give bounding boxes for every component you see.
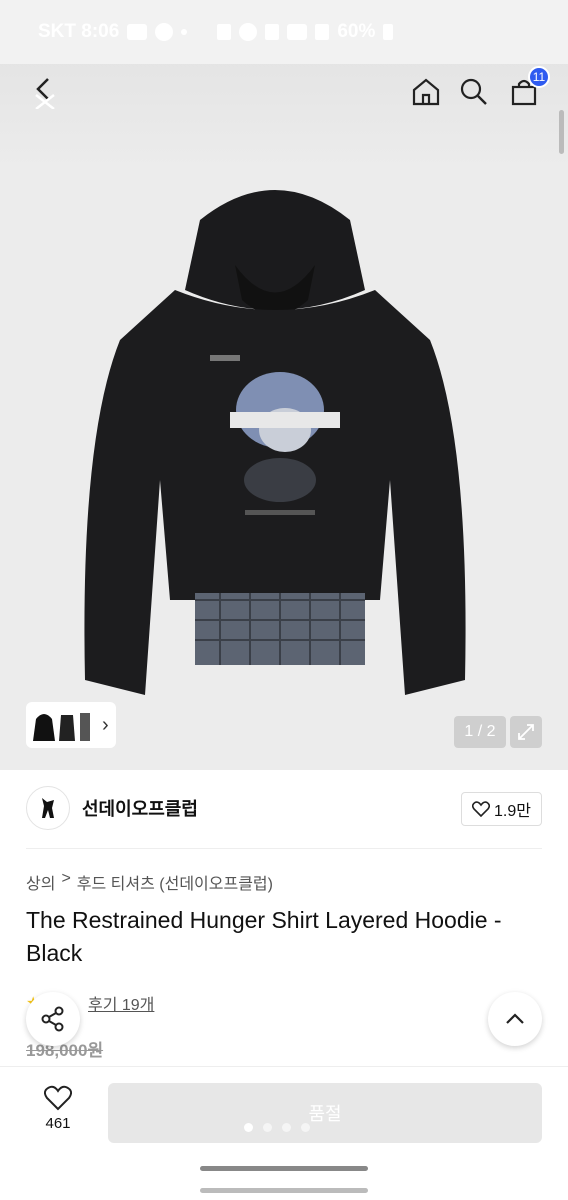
mute-icon bbox=[265, 24, 280, 40]
divider bbox=[26, 848, 542, 849]
home-button[interactable] bbox=[406, 72, 446, 112]
brand-like-count: 1.9만 bbox=[494, 803, 531, 820]
search-icon bbox=[460, 78, 487, 105]
battery-icon bbox=[383, 24, 394, 40]
back-button[interactable] bbox=[24, 72, 64, 112]
carrier-time: SKT 8:06 bbox=[38, 21, 120, 42]
expand-image-button[interactable] bbox=[510, 716, 542, 748]
brand-dog-logo-icon bbox=[42, 798, 54, 818]
brand-logo[interactable] bbox=[26, 786, 70, 830]
brand-like-button[interactable]: 1.9만 bbox=[461, 792, 542, 826]
heart-icon bbox=[472, 801, 491, 817]
breadcrumb-subcategory[interactable]: 후드 티셔츠 (선데이오프클럽) bbox=[77, 870, 273, 894]
battery-level: 60% bbox=[337, 21, 376, 42]
breadcrumb-category[interactable]: 상의 bbox=[26, 870, 55, 894]
carousel-dots bbox=[244, 1123, 310, 1132]
status-right: 60% bbox=[217, 21, 394, 43]
cart-count-badge: 11 bbox=[528, 66, 550, 88]
carousel-dot[interactable] bbox=[263, 1123, 272, 1132]
category-breadcrumb: 상의 > 후드 티셔츠 (선데이오프클럽) bbox=[26, 870, 273, 894]
status-left: SKT 8:06 bbox=[38, 21, 188, 43]
wifi-icon bbox=[287, 24, 308, 40]
sold-out-button[interactable]: 품절 bbox=[108, 1083, 542, 1143]
share-button[interactable] bbox=[26, 992, 80, 1046]
expand-icon bbox=[518, 724, 534, 740]
carousel-dot[interactable] bbox=[282, 1123, 291, 1132]
wishlist-count: 461 bbox=[45, 1115, 71, 1132]
image-pager: 1 / 2 bbox=[454, 716, 506, 748]
thumbnail-hoodie-2[interactable] bbox=[58, 709, 76, 741]
home-icon bbox=[412, 78, 440, 106]
carousel-dot[interactable] bbox=[301, 1123, 310, 1132]
wishlist-button[interactable]: 461 bbox=[28, 1085, 88, 1132]
gesture-bar[interactable] bbox=[200, 1188, 368, 1193]
alarm-icon bbox=[239, 23, 258, 41]
carousel-dot[interactable] bbox=[244, 1123, 253, 1132]
chevron-right-icon[interactable]: › bbox=[102, 714, 109, 737]
scroll-to-top-button[interactable] bbox=[488, 992, 542, 1046]
top-navigation: 11 bbox=[0, 64, 568, 124]
brand-name[interactable]: 선데이오프클럽 bbox=[82, 795, 198, 821]
hoodie-product-image bbox=[84, 190, 466, 695]
product-title: The Restrained Hunger Shirt Layered Hood… bbox=[26, 907, 502, 966]
screenshot-icon bbox=[217, 24, 232, 40]
youtube-icon bbox=[127, 24, 148, 40]
back-arrow-icon bbox=[35, 78, 55, 109]
signal-icon bbox=[315, 24, 330, 40]
chevron-up-icon bbox=[506, 1013, 524, 1024]
status-bar: SKT 8:06 60% bbox=[0, 0, 568, 64]
reviews-link[interactable]: 후기 19개 bbox=[88, 991, 154, 1015]
thumbnail-hoodie-1[interactable] bbox=[32, 709, 56, 741]
cart-button[interactable]: 11 bbox=[504, 66, 550, 112]
app-notification-icon bbox=[155, 23, 174, 41]
thumbnail-hoodie-3[interactable] bbox=[78, 709, 92, 741]
share-icon bbox=[41, 1006, 64, 1032]
image-thumbnail-strip[interactable]: › bbox=[26, 702, 116, 748]
more-notifications-icon bbox=[181, 29, 188, 35]
search-button[interactable] bbox=[454, 72, 494, 112]
brand-row[interactable]: 선데이오프클럽 1.9만 bbox=[26, 784, 542, 832]
home-indicator[interactable] bbox=[200, 1166, 368, 1171]
heart-icon bbox=[44, 1085, 72, 1111]
bottom-action-bar: 461 품절 bbox=[0, 1066, 568, 1156]
breadcrumb-separator: > bbox=[61, 870, 71, 887]
